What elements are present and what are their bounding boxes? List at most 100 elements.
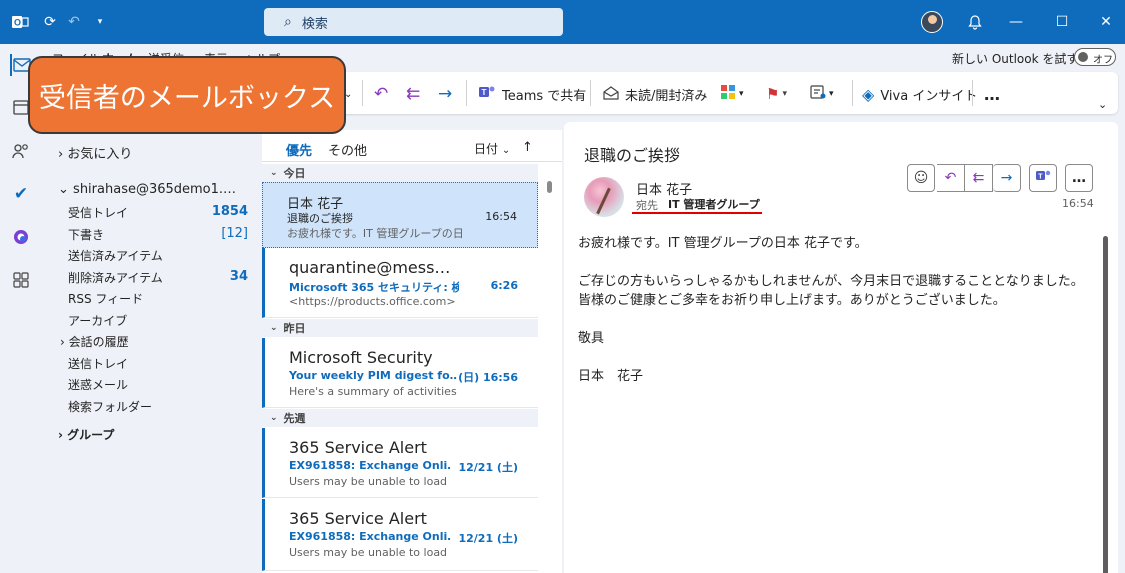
list-item[interactable]: quarantine@mess… Microsoft 365 セキュリティ: 検… <box>262 248 538 318</box>
bell-icon[interactable] <box>965 12 985 32</box>
undo-icon[interactable]: ↶ <box>64 12 84 32</box>
ribbon-separator <box>466 80 467 106</box>
reply-all-button[interactable]: ⇇ <box>965 164 993 192</box>
chevron-down-icon: ⌄ <box>270 323 278 333</box>
list-item[interactable]: 日本 花子 退職のご挨拶 16:54 お疲れ様です。IT 管理グループの日 <box>262 182 538 248</box>
account-header[interactable]: ⌄ shirahase@365demo1.… <box>58 182 236 197</box>
list-item[interactable]: Microsoft Security Your weekly PIM diges… <box>262 338 538 408</box>
message-time: 16:54 <box>485 210 517 223</box>
apps-grid-icon[interactable] <box>10 269 32 291</box>
tab-focused[interactable]: 優先 <box>286 140 313 166</box>
ribbon-expand-chevron-icon[interactable]: ⌄ <box>1098 94 1107 114</box>
sort-by-date[interactable]: 日付 ⌄ <box>474 140 510 157</box>
more-options-button[interactable]: … <box>984 84 1000 104</box>
more-actions-button[interactable]: … <box>1065 164 1093 192</box>
sender-avatar[interactable] <box>584 177 624 217</box>
list-item[interactable]: 365 Service Alert EX961858: Exchange Onl… <box>262 428 538 498</box>
folder-rss[interactable]: RSS フィード <box>68 290 143 307</box>
folder-conversation-history[interactable]: › 会話の履歴 <box>60 333 129 350</box>
message-list: 優先 その他 日付 ⌄ ↑ ⌄ 今日 日本 花子 退職のご挨拶 16:54 お疲… <box>262 130 562 573</box>
todo-check-icon[interactable]: ✔ <box>10 183 32 205</box>
folder-inbox[interactable]: 受信トレイ <box>68 204 128 221</box>
groups-header[interactable]: › グループ <box>58 426 114 443</box>
teams-chat-button[interactable]: T <box>1029 164 1057 192</box>
sort-direction-icon[interactable]: ↑ <box>522 140 533 155</box>
favorites-label: お気に入り <box>67 147 133 162</box>
folder-search-folders[interactable]: 検索フォルダー <box>68 398 152 415</box>
message-time: 12/21 (土) <box>458 532 518 545</box>
chevron-down-icon: ⌄ <box>501 145 511 156</box>
group-label: 今日 <box>283 167 306 180</box>
teams-share-label: Teams で共有 <box>502 88 587 104</box>
folder-deleted-items[interactable]: 削除済みアイテム <box>68 269 163 286</box>
folder-junk[interactable]: 迷惑メール <box>68 376 128 393</box>
group-last-week[interactable]: ⌄ 先週 <box>262 409 538 427</box>
body-line: お疲れ様です。IT 管理グループの日本 花子です。 <box>578 236 868 251</box>
folder-label: 受信トレイ <box>68 206 129 220</box>
message-list-tabs: 優先 その他 日付 ⌄ ↑ <box>262 130 562 166</box>
forward-button[interactable]: → <box>993 164 1021 192</box>
group-label: 昨日 <box>283 322 306 335</box>
folder-label: 迷惑メール <box>68 378 129 392</box>
body-line: 敬具 <box>578 331 605 346</box>
ribbon-separator <box>362 80 363 106</box>
message-sender: quarantine@mess… <box>289 258 451 277</box>
reply-button[interactable]: ↶ <box>937 164 965 192</box>
sort-label: 日付 <box>474 142 499 156</box>
folder-archive[interactable]: アーカイブ <box>68 312 127 329</box>
try-new-outlook-label: 新しい Outlook を試す <box>952 52 1079 66</box>
flag-button[interactable]: ⚑ ▾ <box>766 84 787 104</box>
list-item[interactable]: 365 Service Alert EX961858: Exchange Onl… <box>262 499 538 571</box>
message-preview: Users may be unable to load <box>289 475 448 488</box>
folder-label: 送信済みアイテム <box>68 249 163 263</box>
message-preview: Users may be unable to load <box>289 546 448 559</box>
svg-text:T: T <box>482 88 487 97</box>
tab-other[interactable]: その他 <box>328 140 367 159</box>
customize-toolbar-icon[interactable]: ▾ <box>90 12 110 32</box>
folder-drafts[interactable]: 下書き <box>68 226 104 243</box>
copilot-icon[interactable] <box>10 226 32 248</box>
group-today[interactable]: ⌄ 今日 <box>262 164 538 182</box>
scrollbar-thumb[interactable] <box>547 181 552 193</box>
avatar[interactable] <box>921 11 943 33</box>
minimize-button[interactable]: — <box>1006 12 1026 32</box>
read-unread-button[interactable]: 未読/開封済み <box>603 84 707 104</box>
folder-outbox[interactable]: 送信トレイ <box>68 355 128 372</box>
message-sender: Microsoft Security <box>289 348 433 367</box>
rules-button[interactable]: ▾ <box>810 84 834 104</box>
search-input[interactable]: ⌕ 検索 <box>264 8 563 36</box>
reply-icon[interactable]: ↶ <box>374 84 388 104</box>
email-recipient[interactable]: IT 管理者グループ <box>668 196 760 212</box>
svg-text:T: T <box>1038 174 1043 181</box>
body-gap <box>578 253 1098 272</box>
smiley-icon: ☺ <box>913 170 929 186</box>
folder-label: アーカイブ <box>68 314 128 328</box>
viva-label: Viva インサイト <box>880 88 978 104</box>
close-button[interactable]: ✕ <box>1096 12 1116 32</box>
message-time: (日) 16:56 <box>458 371 518 384</box>
people-icon[interactable] <box>10 140 32 162</box>
emoji-react-button[interactable]: ☺ <box>907 164 935 192</box>
message-list-scrollbar[interactable] <box>545 175 553 573</box>
share-to-teams-button[interactable]: T Teams で共有 <box>478 84 586 104</box>
reply-all-icon[interactable]: ⇇ <box>406 84 420 104</box>
group-yesterday[interactable]: ⌄ 昨日 <box>262 319 538 337</box>
categorize-icon <box>720 84 736 104</box>
teams-icon: T <box>478 84 496 104</box>
reading-pane-scrollbar[interactable] <box>1102 222 1110 573</box>
chevron-right-icon: › <box>58 147 64 162</box>
maximize-button[interactable]: ☐ <box>1052 12 1072 32</box>
body-line: ご存じの方もいらっしゃるかもしれませんが、今月末日で退職することとなりました。 <box>578 274 1084 289</box>
scrollbar-thumb[interactable] <box>1103 236 1108 573</box>
callout-annotation: 受信者のメールボックス <box>28 56 346 134</box>
ribbon-separator <box>852 80 853 106</box>
favorites-header[interactable]: › お気に入り <box>58 143 132 162</box>
sync-icon[interactable]: ⟳ <box>40 12 60 32</box>
folder-sent-items[interactable]: 送信済みアイテム <box>68 247 163 264</box>
new-outlook-toggle[interactable]: オフ <box>1074 48 1116 66</box>
viva-insights-button[interactable]: ◈ Viva インサイト <box>862 84 977 104</box>
flag-icon: ⚑ <box>766 85 780 103</box>
body-gap <box>578 310 1098 329</box>
categorize-button[interactable]: ▾ <box>720 84 744 104</box>
forward-icon[interactable]: → <box>438 84 452 104</box>
